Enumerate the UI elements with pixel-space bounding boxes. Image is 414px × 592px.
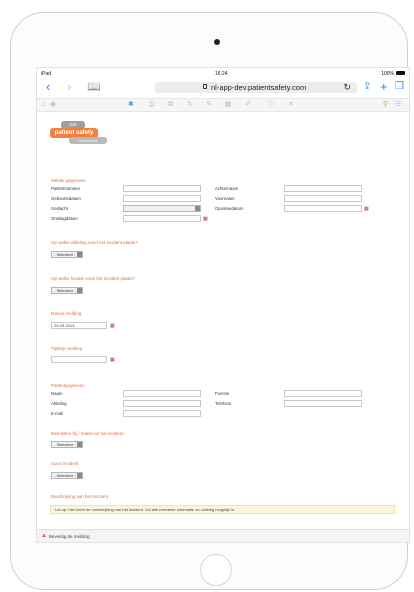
section-question-department: Op welke afdeling vond het incident plaa… — [51, 240, 138, 245]
chevron-down-icon — [77, 288, 82, 293]
footer-bar[interactable]: ▲ Bevestig de melding — [37, 529, 409, 542]
lock-icon — [203, 84, 207, 89]
section-date: Datum melding — [51, 311, 82, 316]
location-select[interactable]: - Selecteer - — [51, 287, 83, 294]
menu-icon[interactable]: ☰ — [395, 101, 401, 109]
reload-icon[interactable]: ↻ — [343, 82, 351, 93]
bookmarks-icon[interactable]: 📖 — [87, 80, 101, 94]
calendar-icon[interactable]: ▦ — [110, 323, 115, 329]
label-date-of-birth: Geboortedatum — [51, 196, 81, 201]
label-gender: Geslacht — [51, 206, 68, 211]
info-banner: Let op: hier komt de omschrijving van he… — [50, 505, 395, 514]
new-tab-icon[interactable]: + — [380, 80, 388, 94]
report-date-input[interactable]: 20-03-2014 — [51, 322, 107, 329]
chevron-down-icon — [195, 206, 200, 211]
home-button[interactable] — [200, 554, 232, 586]
safari-toolbar: ‹ › 📖 nl-app-dev.patientsafety.com ↻ ⇪ +… — [37, 80, 409, 96]
carrier-label: iPad — [41, 71, 52, 77]
share-icon[interactable]: ⇪ — [363, 80, 371, 94]
grid-icon[interactable]: ▦ — [225, 101, 232, 109]
phone-input[interactable] — [284, 400, 362, 407]
patient-number-input[interactable] — [123, 185, 201, 192]
chevron-down-icon — [77, 252, 82, 257]
print-icon[interactable]: ⎙ — [149, 101, 155, 109]
function-input[interactable] — [284, 390, 362, 397]
first-name-input[interactable] — [284, 195, 362, 202]
back-icon[interactable]: ‹ — [46, 80, 50, 94]
label-email: E-mail — [51, 411, 64, 416]
copy-icon[interactable]: ⧉ — [168, 101, 173, 109]
gender-select[interactable] — [123, 205, 201, 212]
battery-icon — [396, 71, 405, 75]
report-time-input[interactable] — [51, 356, 107, 363]
date-of-birth-input[interactable] — [123, 195, 201, 202]
label-admission-date: Opnamedatum — [215, 206, 244, 211]
department-input[interactable] — [123, 400, 201, 407]
address-bar[interactable]: nl-app-dev.patientsafety.com ↻ — [155, 82, 357, 93]
nav-toolbar-icon[interactable]: ◉ — [50, 101, 56, 109]
select-value: - Selecteer - — [54, 288, 76, 293]
footer-text: Bevestig de melding — [49, 534, 90, 539]
select-value: - Selecteer - — [54, 473, 76, 478]
info-icon[interactable]: ⓘ — [267, 101, 274, 109]
email-input[interactable] — [123, 410, 201, 417]
section-incident-type: Soort incident — [51, 461, 79, 466]
url-text: nl-app-dev.patientsafety.com — [211, 83, 307, 92]
warning-icon: ▲ — [41, 533, 47, 539]
status-bar: iPad 16:24 100% — [37, 68, 409, 80]
home-toolbar-icon[interactable]: ⌂ — [41, 101, 45, 109]
label-first-name: Voornaam — [215, 196, 235, 201]
camera-icon — [214, 39, 220, 45]
discharge-date-input[interactable] — [123, 215, 201, 222]
section-question-location: Op welke locatie vond het incident plaat… — [51, 276, 136, 281]
section-reporter: Melder gegevens — [51, 178, 86, 183]
section-patient: Patiëntgegevens — [51, 383, 85, 388]
tabs-icon[interactable]: ❐ — [395, 80, 404, 94]
section-time: Tijdstip melding — [51, 346, 83, 351]
clock: 16:24 — [215, 71, 228, 77]
involvement-select[interactable]: - Selecteer - — [51, 441, 83, 448]
app-toolbar: ⌂ ◉ ✱ ⎙ ⧉ ↻ ✎ ▦ ✐ ⓘ ✕ ⚲ ☰ — [37, 98, 409, 112]
battery-label: 100% — [381, 71, 394, 77]
surname-input[interactable] — [284, 185, 362, 192]
label-department: Afdeling — [51, 401, 67, 406]
label-phone: Telefoon — [215, 401, 232, 406]
search-icon[interactable]: ⚲ — [383, 101, 388, 109]
section-description: Beschrijving van het incident — [51, 494, 109, 499]
department-select[interactable]: - Selecteer - — [51, 251, 83, 258]
name-input[interactable] — [123, 390, 201, 397]
select-value: - Selecteer - — [54, 442, 76, 447]
pen-icon[interactable]: ✐ — [245, 101, 251, 109]
clock-icon[interactable]: ▦ — [110, 357, 115, 363]
select-value: - Selecteer - — [54, 252, 76, 257]
chevron-down-icon — [77, 473, 82, 478]
label-patient-number: Patiëntnummer — [51, 186, 81, 191]
logo-subtitle: consultant — [69, 137, 107, 144]
section-question-involvement: Betrokken bij / relatie tot het incident… — [51, 431, 125, 436]
calendar-icon[interactable]: ▦ — [364, 206, 369, 212]
form-page: SiR patient safety consultant Melder geg… — [37, 111, 409, 516]
forward-icon[interactable]: › — [67, 80, 71, 94]
chevron-down-icon — [77, 442, 82, 447]
label-surname: Achternaam — [215, 186, 239, 191]
edit-icon[interactable]: ✎ — [206, 101, 212, 109]
close-icon[interactable]: ✕ — [288, 101, 294, 109]
admission-date-input[interactable] — [284, 205, 362, 212]
label-discharge-date: Ontslagdatum — [51, 216, 78, 221]
refresh-icon[interactable]: ↻ — [187, 101, 193, 109]
screen: iPad 16:24 100% ‹ › 📖 nl-app-dev.patient… — [36, 67, 410, 543]
calendar-icon[interactable]: ▦ — [203, 216, 208, 222]
save-icon[interactable]: ✱ — [128, 101, 134, 109]
label-name: Naam — [51, 391, 63, 396]
incident-type-select[interactable]: - Selecteer - — [51, 472, 83, 479]
label-function: Functie — [215, 391, 230, 396]
